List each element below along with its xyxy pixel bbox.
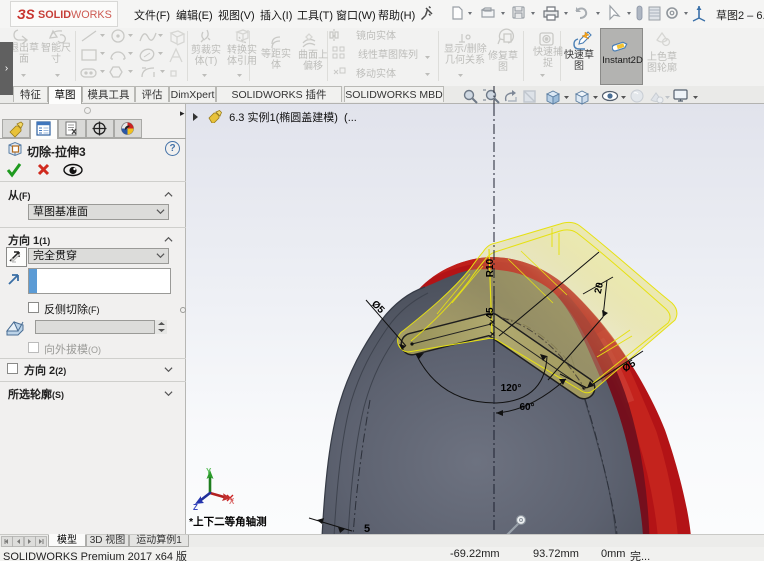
- svg-text:SOLIDWORKS: SOLIDWORKS: [38, 9, 112, 21]
- svg-text:60°: 60°: [519, 402, 534, 413]
- svg-text:Y: Y: [206, 467, 212, 476]
- svg-text:X: X: [229, 497, 235, 506]
- svg-text:*上下二等角轴测: *上下二等角轴测: [189, 515, 267, 528]
- svg-text:Z: Z: [193, 503, 198, 512]
- svg-text:ЗS: ЗS: [17, 7, 35, 22]
- svg-text:120°: 120°: [501, 383, 522, 394]
- svg-text:5: 5: [364, 523, 370, 534]
- svg-text:Ø5: Ø5: [369, 299, 387, 317]
